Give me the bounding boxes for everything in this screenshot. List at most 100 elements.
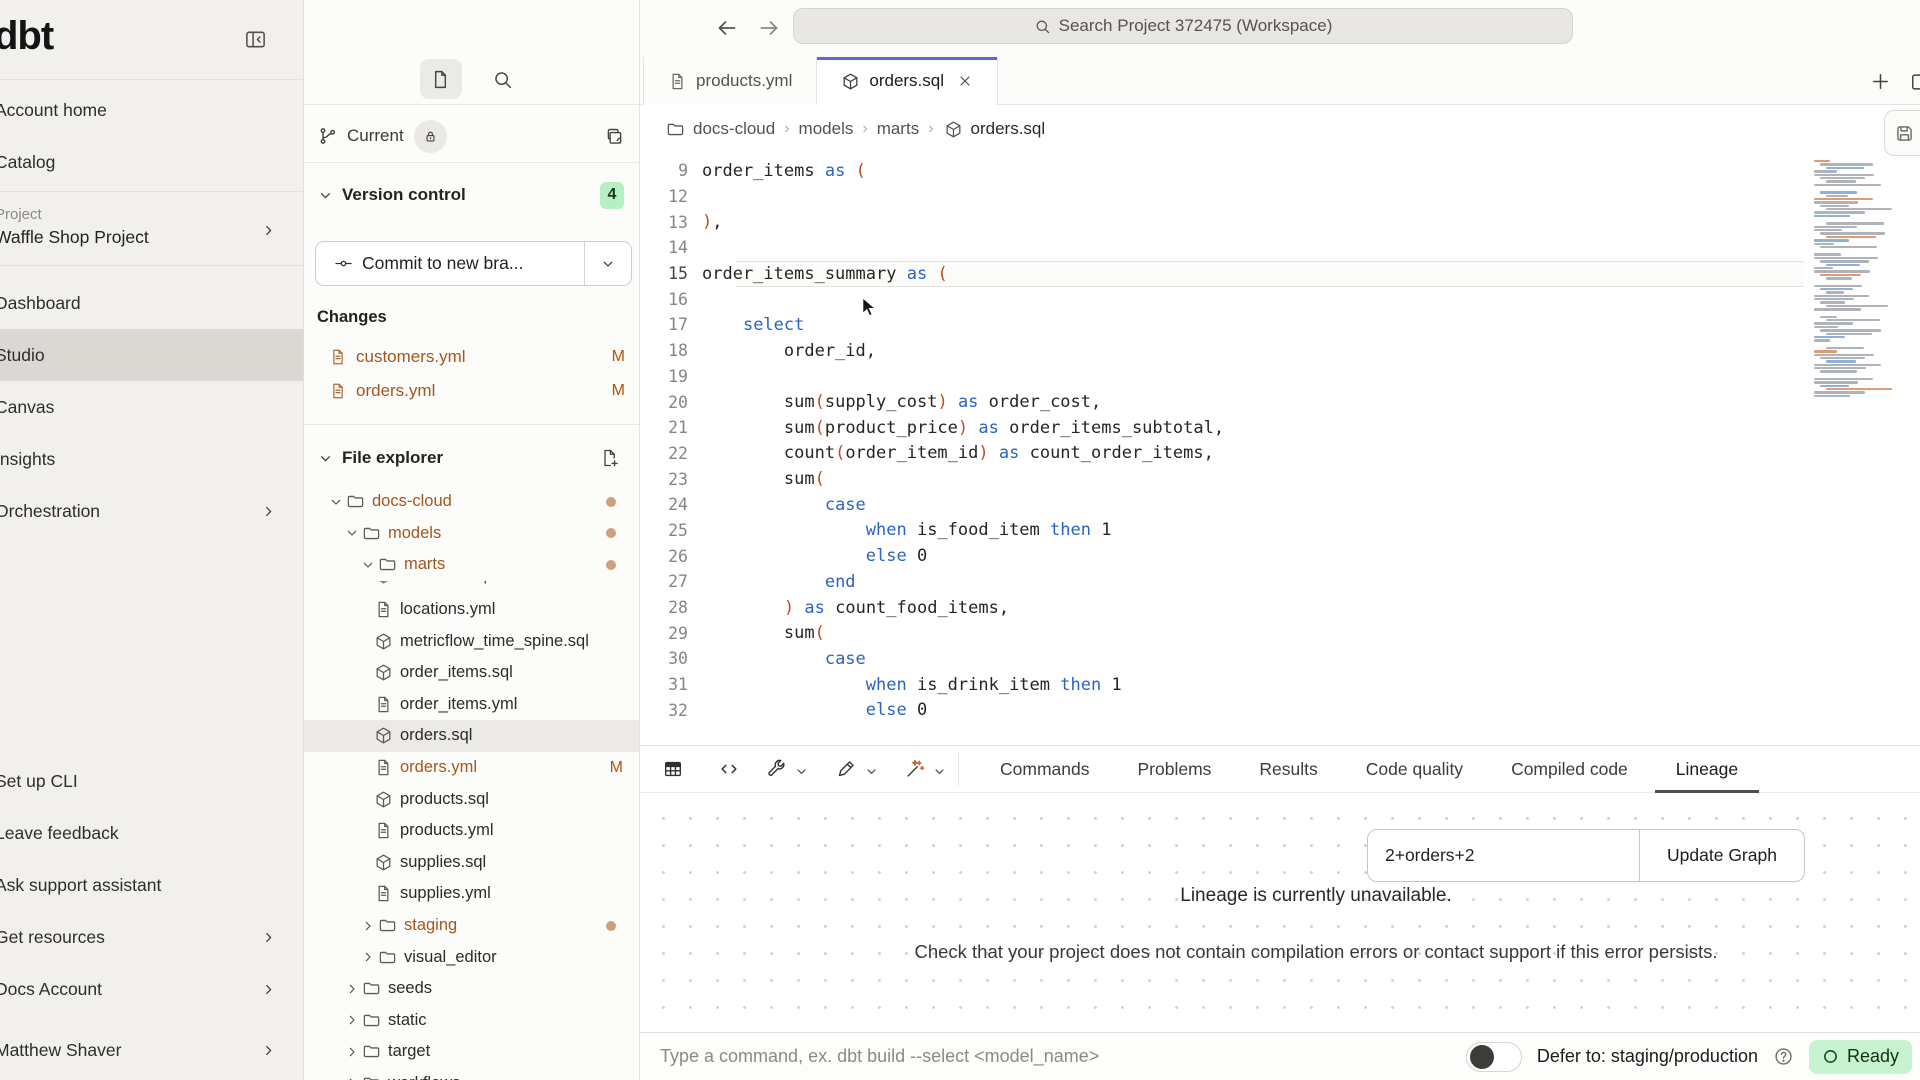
tree-item-name: locations.yml <box>400 600 495 619</box>
file-explorer-header[interactable]: File explorer <box>304 438 639 478</box>
panel-tab-commands[interactable]: Commands <box>1000 746 1089 793</box>
sidebar-item-account-home[interactable]: Account home <box>0 84 303 136</box>
lineage-selector-input[interactable]: 2+orders+2 <box>1368 830 1640 881</box>
build-tools-icon[interactable] <box>766 758 787 779</box>
lock-icon <box>414 120 447 153</box>
branch-selector[interactable]: Current <box>304 112 639 160</box>
code-line-15: 15order_items_summary as ( <box>640 261 1920 287</box>
sidebar-item-leave-feedback[interactable]: Leave feedback <box>0 807 303 859</box>
sidebar-item-matthew-shaver[interactable]: Matthew Shaver <box>0 1024 303 1076</box>
forward-icon[interactable] <box>757 16 781 40</box>
tree-item-models[interactable]: models <box>304 518 639 550</box>
new-tab-icon[interactable] <box>1869 70 1892 93</box>
chevron-down-icon <box>317 450 334 467</box>
branch-icon <box>318 126 338 146</box>
code-text: case <box>702 495 866 515</box>
ai-fix-wand-icon[interactable] <box>904 758 926 780</box>
panel-tab-problems[interactable]: Problems <box>1137 746 1211 793</box>
model-icon <box>374 632 393 651</box>
back-icon[interactable] <box>715 16 739 40</box>
panel-tab-compiled-code[interactable]: Compiled code <box>1511 746 1628 793</box>
chevron-down-icon[interactable] <box>932 764 947 779</box>
breadcrumb-segment[interactable]: models <box>799 119 854 139</box>
tree-item-visual-editor[interactable]: visual_editor <box>304 941 639 973</box>
tree-item-marts[interactable]: marts <box>304 549 639 581</box>
code-editor[interactable]: 9order_items as (1213),1415order_items_s… <box>640 158 1920 723</box>
divider <box>304 162 639 163</box>
model-icon <box>944 120 963 139</box>
chevron-right-icon <box>260 222 277 239</box>
sidebar-item-catalog[interactable]: Catalog <box>0 136 303 188</box>
panel-tab-lineage[interactable]: Lineage <box>1676 746 1738 793</box>
changes-title: Changes <box>317 308 387 327</box>
tree-item-target[interactable]: target <box>304 1036 639 1068</box>
sidebar-item-canvas[interactable]: Canvas <box>0 381 303 433</box>
tree-item-locations-sql[interactable]: locations.sql <box>304 581 639 594</box>
changed-file-row[interactable]: orders.yml M <box>304 374 639 408</box>
commit-dropdown[interactable] <box>585 256 631 272</box>
tree-item-workflows[interactable]: workflows <box>304 1068 639 1080</box>
minimap[interactable] <box>1808 160 1908 398</box>
breadcrumb-segment[interactable]: docs-cloud <box>693 119 775 139</box>
sidebar-item-get-resources[interactable]: Get resources <box>0 911 303 963</box>
tree-item-seeds[interactable]: seeds <box>304 973 639 1005</box>
tree-item-supplies-sql[interactable]: supplies.sql <box>304 847 639 879</box>
new-file-icon[interactable] <box>600 448 620 468</box>
status-label: Ready <box>1847 1046 1899 1067</box>
tree-item-static[interactable]: static <box>304 1005 639 1037</box>
tree-item-orders-sql[interactable]: orders.sql <box>304 720 639 752</box>
project-label: Project <box>0 206 303 223</box>
defer-toggle[interactable] <box>1466 1042 1522 1072</box>
copy-icon[interactable] <box>604 126 625 147</box>
tree-item-docs-cloud[interactable]: docs-cloud <box>304 486 639 518</box>
sidebar-item-studio[interactable]: Studio <box>0 329 303 381</box>
editor-tab-orders-sql[interactable]: orders.sql <box>817 57 998 105</box>
commit-icon <box>334 254 353 273</box>
tree-item-staging[interactable]: staging <box>304 910 639 942</box>
tree-item-order-items-yml[interactable]: order_items.yml <box>304 689 639 721</box>
code-icon[interactable] <box>718 758 740 780</box>
tree-item-order-items-sql[interactable]: order_items.sql <box>304 657 639 689</box>
tree-item-products-sql[interactable]: products.sql <box>304 783 639 815</box>
tree-item-supplies-yml[interactable]: supplies.yml <box>304 878 639 910</box>
code-text: else 0 <box>702 700 927 720</box>
sidebar-item-docs-account[interactable]: Docs Account <box>0 963 303 1015</box>
model-icon <box>374 726 393 745</box>
command-input[interactable]: Type a command, ex. dbt build --select <… <box>660 1046 1099 1067</box>
status-badge[interactable]: Ready <box>1809 1040 1912 1074</box>
global-search-input[interactable]: Search Project 372475 (Workspace) <box>793 8 1573 44</box>
format-icon[interactable] <box>836 758 857 779</box>
changed-file-row[interactable]: customers.yml M <box>304 340 639 374</box>
chevron-down-icon[interactable] <box>794 764 809 779</box>
collapse-sidebar-icon[interactable] <box>244 28 267 51</box>
chevron-down-icon[interactable] <box>864 764 879 779</box>
sidebar-item-ask-support-assistant[interactable]: Ask support assistant <box>0 859 303 911</box>
tree-item-locations-yml[interactable]: locations.yml <box>304 594 639 626</box>
lineage-selector-group: 2+orders+2 Update Graph <box>1367 829 1805 882</box>
file-icon[interactable] <box>420 59 462 99</box>
tree-item-metricflow-time-spine-sql[interactable]: metricflow_time_spine.sql <box>304 625 639 657</box>
sidebar-item-dashboard[interactable]: Dashboard <box>0 277 303 329</box>
breadcrumb-segment[interactable]: marts <box>877 119 920 139</box>
update-graph-button[interactable]: Update Graph <box>1640 830 1804 881</box>
help-icon[interactable] <box>1773 1046 1794 1067</box>
editor-tab-products-yml[interactable]: products.yml <box>643 57 817 105</box>
folder-icon <box>362 1042 381 1061</box>
save-button[interactable] <box>1884 110 1920 156</box>
version-control-header[interactable]: Version control 4 <box>304 175 639 215</box>
panel-tab-results[interactable]: Results <box>1259 746 1317 793</box>
results-table-icon[interactable] <box>662 758 684 780</box>
tree-item-orders-yml[interactable]: orders.ymlM <box>304 752 639 784</box>
panel-layout-icon[interactable] <box>1910 71 1920 93</box>
search-icon[interactable] <box>482 59 524 99</box>
sidebar-item-insights[interactable]: Insights <box>0 433 303 485</box>
sidebar-item-orchestration[interactable]: Orchestration <box>0 485 303 537</box>
tree-item-name: marts <box>404 555 445 574</box>
sidebar-item-set-up-cli[interactable]: Set up CLI <box>0 755 303 807</box>
panel-tab-code-quality[interactable]: Code quality <box>1366 746 1463 793</box>
commit-button[interactable]: Commit to new bra... <box>315 241 632 286</box>
close-icon[interactable] <box>957 73 973 89</box>
tree-item-name: metricflow_time_spine.sql <box>400 632 589 651</box>
tree-item-products-yml[interactable]: products.yml <box>304 815 639 847</box>
sidebar-item-project[interactable]: Project Waffle Shop Project <box>0 206 303 262</box>
